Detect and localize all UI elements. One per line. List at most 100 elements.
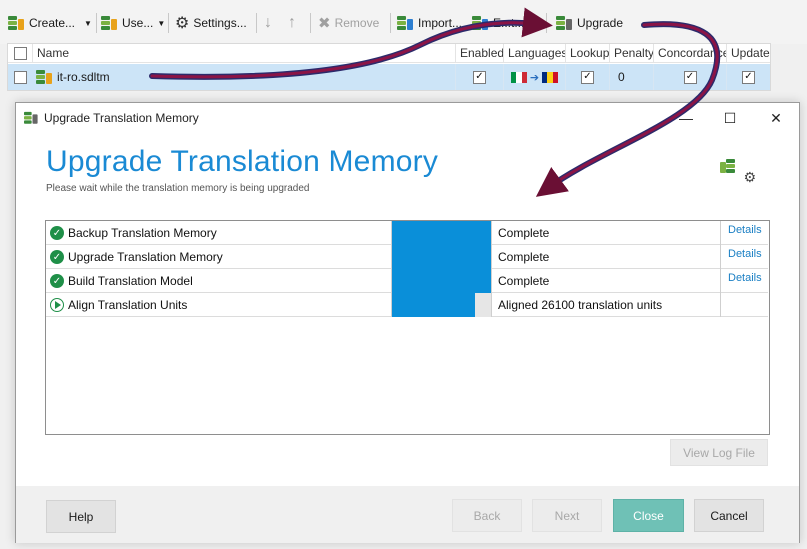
task-progress-bar: [391, 245, 491, 269]
close-window-button[interactable]: ✕: [765, 107, 787, 129]
maximize-button[interactable]: ☐: [719, 107, 741, 129]
tm-name-cell: it-ro.sdltm: [32, 64, 455, 90]
task-progress-bar: [391, 293, 491, 317]
task-status: Complete: [491, 245, 720, 269]
close-icon: ✕: [770, 110, 782, 126]
dialog-titlebar[interactable]: Upgrade Translation Memory — ☐ ✕: [16, 103, 799, 133]
column-header-update[interactable]: Update: [726, 44, 770, 63]
task-status: Complete: [491, 221, 720, 245]
back-button[interactable]: Back: [452, 499, 522, 532]
task-status: Aligned 26100 translation units: [491, 293, 720, 317]
translation-memory-icon: [36, 69, 52, 85]
task-row: ✓ Upgrade Translation Memory Complete De…: [46, 245, 768, 269]
progress-fill: [392, 245, 491, 269]
update-checkbox[interactable]: ✓: [726, 64, 770, 90]
progress-fill: [392, 221, 491, 245]
details-link[interactable]: Details: [720, 269, 768, 293]
lookup-checkbox[interactable]: ✓: [565, 64, 609, 90]
import-icon: [397, 15, 413, 31]
check-circle-icon: ✓: [50, 274, 64, 288]
details-link[interactable]: Details: [720, 221, 768, 245]
check-circle-icon: ✓: [50, 226, 64, 240]
caret-down-icon: ▼: [157, 18, 166, 28]
settings-label: Settings...: [193, 16, 247, 30]
next-button[interactable]: Next: [532, 499, 602, 532]
task-status: Complete: [491, 269, 720, 293]
remove-x-icon: ✖: [318, 15, 331, 32]
task-row: ✓ Build Translation Model Complete Detai…: [46, 269, 768, 293]
caret-down-icon: ▼: [84, 18, 92, 28]
close-button[interactable]: Close: [613, 499, 684, 532]
move-down-button[interactable]: ↓: [264, 11, 272, 35]
page-subtitle: Please wait while the translation memory…: [46, 183, 310, 194]
remove-button[interactable]: ✖ Remove: [318, 11, 379, 35]
details-cell-empty: [720, 293, 768, 317]
settings-button[interactable]: ⚙ Settings...: [175, 11, 247, 35]
task-list: ✓ Backup Translation Memory Complete Det…: [45, 220, 770, 435]
minimize-button[interactable]: —: [675, 107, 697, 129]
column-header-penalty[interactable]: Penalty: [609, 44, 653, 63]
languages-cell: ➔: [503, 64, 565, 90]
details-link[interactable]: Details: [720, 245, 768, 269]
column-header-enabled[interactable]: Enabled: [455, 44, 503, 63]
remove-label: Remove: [334, 16, 380, 30]
column-header-languages[interactable]: Languages: [503, 44, 565, 63]
select-all-checkbox[interactable]: [8, 44, 32, 63]
create-dropdown-button[interactable]: ▼: [80, 11, 92, 35]
progress-fill: [392, 293, 476, 317]
move-up-button[interactable]: ↑: [288, 11, 296, 35]
export-icon: [472, 15, 488, 31]
task-name: Upgrade Translation Memory: [68, 250, 223, 264]
task-name-cell: ✓ Build Translation Model: [46, 269, 391, 293]
dialog-footer: Help Back Next Close Cancel: [16, 486, 799, 543]
table-row[interactable]: it-ro.sdltm ✓ ➔ ✓ 0 ✓ ✓: [8, 64, 770, 90]
translation-memory-grid: Name Enabled Languages Lookup Penalty Co…: [7, 43, 771, 91]
task-progress-bar: [391, 221, 491, 245]
gear-icon: ⚙: [743, 169, 756, 185]
task-name: Backup Translation Memory: [68, 226, 217, 240]
import-button[interactable]: Import...: [397, 11, 462, 35]
use-label: Use...: [122, 16, 154, 30]
task-row: Align Translation Units Aligned 26100 tr…: [46, 293, 768, 317]
create-label: Create...: [29, 16, 76, 30]
use-button[interactable]: Use... ▼: [101, 11, 165, 35]
export-button[interactable]: E...t...: [472, 11, 524, 35]
column-header-concordance[interactable]: Concordance: [653, 44, 726, 63]
view-log-file-button[interactable]: View Log File: [670, 439, 768, 466]
page-title: Upgrade Translation Memory: [46, 145, 439, 178]
minimize-icon: —: [679, 110, 693, 126]
task-row: ✓ Backup Translation Memory Complete Det…: [46, 221, 768, 245]
upgrade-button[interactable]: Upgrade: [556, 11, 623, 35]
progress-fill: [392, 269, 491, 293]
play-circle-icon: [50, 298, 64, 312]
row-checkbox[interactable]: [8, 64, 32, 90]
import-label: Import...: [418, 16, 463, 30]
task-name-cell: ✓ Upgrade Translation Memory: [46, 245, 391, 269]
toolbar: Create... ▼ Use... ▼ ⚙ Settings... ↓ ↑ ✖…: [0, 0, 807, 44]
cancel-button[interactable]: Cancel: [694, 499, 764, 532]
penalty-value[interactable]: 0: [609, 64, 653, 90]
task-name-cell: Align Translation Units: [46, 293, 391, 317]
grid-header: Name Enabled Languages Lookup Penalty Co…: [8, 44, 770, 63]
gear-icon: ⚙: [175, 15, 190, 32]
task-name-cell: ✓ Backup Translation Memory: [46, 221, 391, 245]
task-progress-bar: [391, 269, 491, 293]
help-button[interactable]: Help: [46, 500, 116, 533]
romania-flag-icon: [542, 71, 559, 83]
export-label: E...t...: [493, 16, 525, 30]
translation-memory-icon: [8, 15, 24, 31]
dialog-window-title: Upgrade Translation Memory: [44, 111, 199, 125]
task-name: Align Translation Units: [68, 298, 188, 312]
upgrade-tm-large-icon: ⚙: [720, 158, 756, 185]
upgrade-label: Upgrade: [577, 16, 624, 30]
column-header-name[interactable]: Name: [32, 44, 455, 63]
upgrade-tm-icon: [556, 15, 572, 31]
task-name: Build Translation Model: [68, 274, 193, 288]
tm-name: it-ro.sdltm: [57, 70, 110, 84]
column-header-lookup[interactable]: Lookup: [565, 44, 609, 63]
upgrade-dialog: Upgrade Translation Memory — ☐ ✕ Upgrade…: [15, 102, 800, 543]
language-arrow-icon: ➔: [529, 71, 540, 84]
concordance-checkbox[interactable]: ✓: [653, 64, 726, 90]
create-button[interactable]: Create...: [8, 11, 75, 35]
enabled-checkbox[interactable]: ✓: [455, 64, 503, 90]
